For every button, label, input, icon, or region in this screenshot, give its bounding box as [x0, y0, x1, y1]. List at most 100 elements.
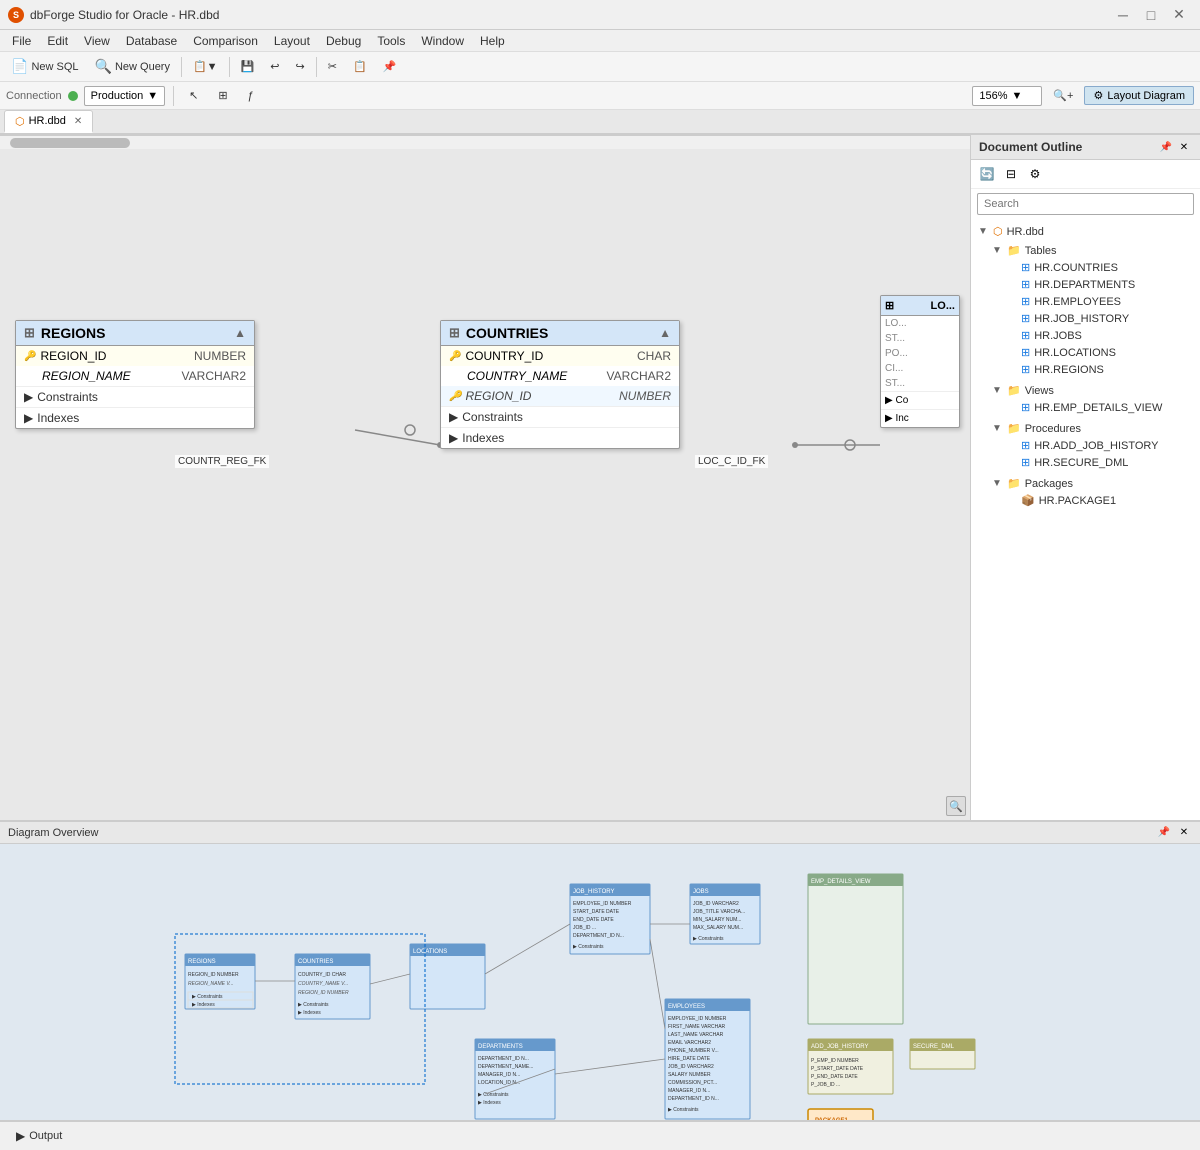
- zoom-in-btn[interactable]: 🔍+: [1046, 84, 1080, 108]
- tb-cut-btn[interactable]: ✂: [321, 55, 344, 79]
- tb-action2-btn[interactable]: ↪: [289, 55, 312, 79]
- tree-node-hr-jobs[interactable]: ⊞ HR.JOBS: [999, 327, 1200, 344]
- new-query-button[interactable]: 🔍 New Query: [88, 55, 177, 79]
- locations-partial-row2: ST...: [881, 331, 959, 346]
- tree-node-add-job-history[interactable]: ⊞ HR.ADD_JOB_HISTORY: [999, 437, 1200, 454]
- tb-action1-btn[interactable]: ↩: [263, 55, 286, 79]
- menu-item-edit[interactable]: Edit: [39, 32, 76, 50]
- packages-expand-icon: ▼: [991, 478, 1003, 489]
- job-history-tree-label: HR.JOB_HISTORY: [1034, 313, 1194, 325]
- countries-col-country-id: COUNTRY_ID: [465, 349, 633, 363]
- outline-search-container: [977, 193, 1194, 215]
- regions-constraints-label: Constraints: [37, 390, 98, 404]
- outline-settings-btn[interactable]: ⚙: [1025, 164, 1045, 184]
- minimize-button[interactable]: ─: [1110, 5, 1136, 25]
- outline-refresh-btn[interactable]: 🔄: [977, 164, 997, 184]
- tb-dropdown-icon: 📋▼: [193, 60, 218, 73]
- tb-save-btn[interactable]: 💾: [234, 55, 262, 79]
- tree-node-hr-locations[interactable]: ⊞ HR.LOCATIONS: [999, 344, 1200, 361]
- svg-text:▶ Indexes: ▶ Indexes: [298, 1010, 321, 1016]
- maximize-button[interactable]: □: [1138, 5, 1164, 25]
- title-bar-controls: ─ □ ✕: [1110, 5, 1192, 25]
- locations-partial-inc-section[interactable]: ▶ Inc: [881, 409, 959, 427]
- overview-pin-btn[interactable]: 📌: [1156, 825, 1172, 841]
- tree-node-hr-countries[interactable]: ⊞ HR.COUNTRIES: [999, 259, 1200, 276]
- formula-tool-btn[interactable]: ƒ: [241, 84, 261, 108]
- menu-item-view[interactable]: View: [76, 32, 118, 50]
- outline-collapse-all-btn[interactable]: ⊟: [1001, 164, 1021, 184]
- menu-item-layout[interactable]: Layout: [266, 32, 318, 50]
- regions-header: ⊞ REGIONS ▲: [16, 321, 254, 346]
- overview-canvas[interactable]: REGIONS REGION_ID NUMBER REGION_NAME V..…: [0, 844, 1200, 1120]
- locations-table-icon: ⊞: [1021, 346, 1030, 359]
- locations-partial-col-section[interactable]: ▶ Co: [881, 391, 959, 409]
- tree-node-root[interactable]: ▼ ⬡ HR.dbd: [971, 223, 1200, 240]
- tree-node-hr-package1[interactable]: 📦 HR.PACKAGE1: [999, 492, 1200, 509]
- outline-close-btn[interactable]: ✕: [1176, 139, 1192, 155]
- diagram-area[interactable]: COUNTR_REG_FK LOC_C_ID_FK ⊞ REGIONS ▲ 🔑 …: [0, 135, 970, 820]
- new-sql-label: New SQL: [31, 61, 78, 73]
- tb-dropdown-btn[interactable]: 📋▼: [186, 55, 225, 79]
- countries-indexes-label: Indexes: [462, 431, 504, 445]
- countries-collapse-btn[interactable]: ▲: [659, 326, 671, 340]
- table-tool-btn[interactable]: ⊞: [211, 84, 234, 108]
- menu-item-file[interactable]: File: [4, 32, 39, 50]
- regions-indexes-section[interactable]: ▶ Indexes: [16, 407, 254, 428]
- output-tab[interactable]: ▶ Output: [8, 1127, 70, 1145]
- outline-search-input[interactable]: [977, 193, 1194, 215]
- regions-constraints-section[interactable]: ▶ Constraints: [16, 386, 254, 407]
- tab-hr-dbd-close[interactable]: ✕: [74, 116, 82, 127]
- layout-diagram-btn[interactable]: ⚙ Layout Diagram: [1084, 86, 1194, 105]
- tab-bar: ⬡ HR.dbd ✕: [0, 110, 1200, 135]
- outline-tree: ▼ ⬡ HR.dbd ▼ 📁 Tables: [971, 219, 1200, 820]
- countries-indexes-section[interactable]: ▶ Indexes: [441, 427, 679, 448]
- countries-constraints-section[interactable]: ▶ Constraints: [441, 406, 679, 427]
- menu-item-tools[interactable]: Tools: [369, 32, 413, 50]
- outline-pin-btn[interactable]: 📌: [1158, 139, 1174, 155]
- tree-node-emp-details-view[interactable]: ⊞ HR.EMP_DETAILS_VIEW: [999, 399, 1200, 416]
- svg-text:▶ Indexes: ▶ Indexes: [478, 1100, 501, 1106]
- pointer-tool-btn[interactable]: ↖: [182, 84, 205, 108]
- tree-node-tables[interactable]: ▼ 📁 Tables: [985, 242, 1200, 259]
- regions-indexes-label: Indexes: [37, 411, 79, 425]
- outline-header: Document Outline 📌 ✕: [971, 135, 1200, 160]
- menu-item-debug[interactable]: Debug: [318, 32, 369, 50]
- tree-node-procedures[interactable]: ▼ 📁 Procedures: [985, 420, 1200, 437]
- scrollbar-thumb[interactable]: [10, 138, 130, 148]
- package1-label: HR.PACKAGE1: [1039, 495, 1194, 507]
- overview-close-btn[interactable]: ✕: [1176, 825, 1192, 841]
- root-db-icon: ⬡: [993, 225, 1003, 238]
- tab-hr-dbd[interactable]: ⬡ HR.dbd ✕: [4, 110, 93, 133]
- menu-item-window[interactable]: Window: [413, 32, 472, 50]
- tree-node-secure-dml[interactable]: ⊞ HR.SECURE_DML: [999, 454, 1200, 471]
- regions-table-icon: ⊞: [1021, 363, 1030, 376]
- svg-text:EMAIL VARCHAR2: EMAIL VARCHAR2: [668, 1040, 711, 1046]
- tb-paste-btn[interactable]: 📌: [376, 55, 404, 79]
- connection-dropdown[interactable]: Production ▼: [84, 86, 165, 106]
- tab-hr-dbd-icon: ⬡: [15, 115, 25, 128]
- menu-item-comparison[interactable]: Comparison: [185, 32, 266, 50]
- procedures-children: ⊞ HR.ADD_JOB_HISTORY ⊞ HR.SECURE_DML: [985, 437, 1200, 471]
- svg-text:COUNTRY_ID CHAR: COUNTRY_ID CHAR: [298, 972, 346, 978]
- svg-text:P_START_DATE DATE: P_START_DATE DATE: [811, 1066, 864, 1072]
- countries-type-country-id: CHAR: [637, 349, 671, 363]
- horizontal-scrollbar[interactable]: [0, 135, 970, 149]
- zoom-box[interactable]: 156% ▼: [972, 86, 1042, 106]
- tree-node-packages[interactable]: ▼ 📁 Packages: [985, 475, 1200, 492]
- tree-node-hr-regions[interactable]: ⊞ HR.REGIONS: [999, 361, 1200, 378]
- secure-dml-icon: ⊞: [1021, 456, 1030, 469]
- countries-row-country-id: 🔑 COUNTRY_ID CHAR: [441, 346, 679, 366]
- outline-header-buttons: 📌 ✕: [1158, 139, 1192, 155]
- tree-node-hr-departments[interactable]: ⊞ HR.DEPARTMENTS: [999, 276, 1200, 293]
- main-area: COUNTR_REG_FK LOC_C_ID_FK ⊞ REGIONS ▲ 🔑 …: [0, 135, 1200, 820]
- new-sql-button[interactable]: 📄 New SQL: [4, 55, 86, 79]
- tree-node-views[interactable]: ▼ 📁 Views: [985, 382, 1200, 399]
- tb-copy-btn[interactable]: 📋: [346, 55, 374, 79]
- regions-collapse-btn[interactable]: ▲: [234, 326, 246, 340]
- menu-item-help[interactable]: Help: [472, 32, 513, 50]
- tree-node-hr-employees[interactable]: ⊞ HR.EMPLOYEES: [999, 293, 1200, 310]
- tree-node-hr-job-history[interactable]: ⊞ HR.JOB_HISTORY: [999, 310, 1200, 327]
- search-btn[interactable]: 🔍: [946, 796, 966, 816]
- menu-item-database[interactable]: Database: [118, 32, 185, 50]
- close-button[interactable]: ✕: [1166, 5, 1192, 25]
